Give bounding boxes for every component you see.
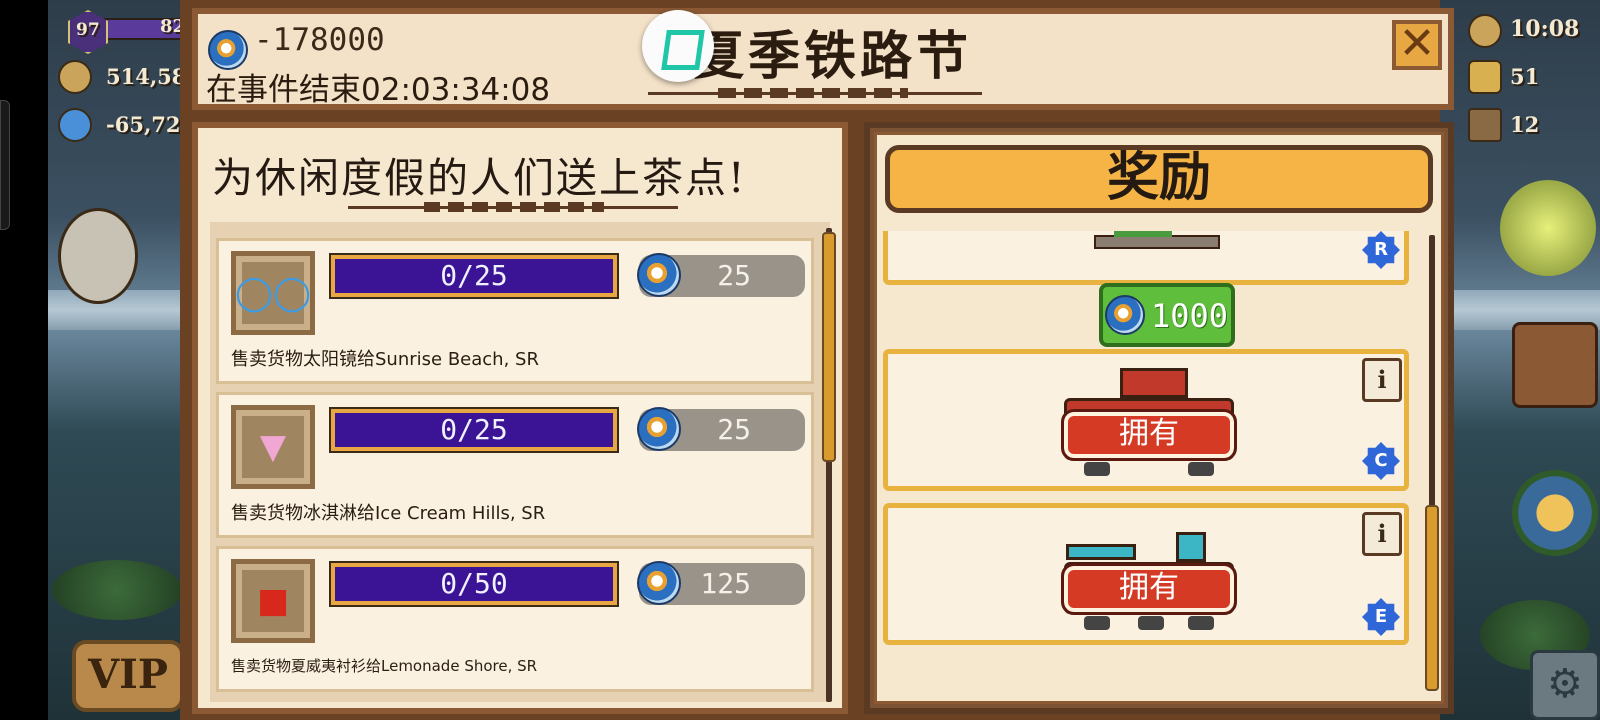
message-bubble-icon[interactable]: [58, 208, 138, 304]
train-count-icon: [1468, 108, 1502, 142]
task-reward-value: 25: [717, 259, 751, 292]
task-progress-bar: 0/25: [329, 253, 619, 299]
task-item: ■ 0/50 125 售卖货物夏威夷衬衫给Lemonade Shore, SR: [216, 546, 814, 692]
task-reward: 125: [637, 561, 805, 605]
event-coin-balance: -178000: [254, 22, 385, 58]
task-item: ▼ 0/25 25 售卖货物冰淇淋给Ice Cream Hills, SR: [216, 392, 814, 538]
sunglasses-icon: ◯◯: [235, 262, 311, 324]
train-wheel: [1084, 616, 1110, 630]
close-button[interactable]: ✕: [1392, 20, 1442, 70]
reward-card[interactable]: 拥有 i C: [883, 349, 1409, 491]
title-divider: [648, 88, 982, 98]
owned-label: 拥有: [1061, 563, 1237, 615]
train-wheel: [1188, 616, 1214, 630]
game-time: 10:08: [1510, 16, 1580, 42]
locomotive-roof-icon: [1066, 544, 1136, 560]
gem-icon: [58, 108, 92, 142]
task-reward-value: 25: [717, 413, 751, 446]
task-item-frame: ▼: [231, 405, 315, 489]
task-item-frame: ■: [231, 559, 315, 643]
task-description: 售卖货物冰淇淋给Ice Cream Hills, SR: [231, 503, 546, 524]
event-coin-icon: [1105, 295, 1145, 335]
tier-e-icon: E: [1362, 598, 1400, 636]
train-wheel: [1138, 616, 1164, 630]
info-icon[interactable]: i: [1362, 358, 1402, 402]
quest-divider: [348, 202, 678, 212]
gear-icon: ⚙: [1547, 661, 1583, 707]
settings-gear-button[interactable]: ⚙: [1530, 650, 1600, 720]
hawaiian-shirt-icon: ■: [242, 570, 304, 632]
tier-r-icon: R: [1362, 231, 1400, 269]
device-edge: [0, 100, 10, 230]
event-header: -178000 在事件结束02:03:34:08 夏季铁路节: [192, 8, 1454, 110]
gift-box-button[interactable]: [1512, 322, 1598, 408]
reward-scrollbar-thumb[interactable]: [1425, 505, 1439, 691]
vip-button[interactable]: VIP: [72, 640, 184, 712]
reward-cost-button[interactable]: 1000: [1099, 283, 1235, 347]
train-wheel: [1084, 462, 1110, 476]
game-screen: 82 97 514,58 -65,72 VIP -178000 在事件结束02:…: [0, 0, 1600, 720]
close-icon: ✕: [1398, 18, 1436, 69]
reward-cost-value: 1000: [1151, 297, 1229, 335]
quest-title: 为休闲度假的人们送上茶点!: [212, 154, 747, 202]
bush-decoration: [52, 560, 182, 620]
flatcar-train-icon: [1094, 235, 1220, 249]
tier-c-icon: C: [1362, 442, 1400, 480]
floating-app-icon[interactable]: [642, 10, 714, 82]
event-countdown: 在事件结束02:03:34:08: [206, 72, 551, 108]
train-wheel: [1188, 462, 1214, 476]
mouse-helper-button[interactable]: [1500, 180, 1596, 276]
train-count: 12: [1510, 112, 1540, 137]
gem-amount: -65,72: [106, 112, 181, 137]
task-reward: 25: [637, 253, 805, 297]
task-description: 售卖货物太阳镜给Sunrise Beach, SR: [231, 349, 539, 370]
task-reward: 25: [637, 407, 805, 451]
event-coin-icon: [637, 407, 681, 451]
info-icon[interactable]: i: [1362, 512, 1402, 556]
watermelon-cargo-icon: [1114, 231, 1172, 237]
task-scrollbar-thumb[interactable]: [822, 232, 836, 462]
task-list[interactable]: ◯◯ 0/25 25 售卖货物太阳镜给Sunrise Beach, SR ▼ 0…: [210, 222, 830, 702]
owned-label: 拥有: [1061, 409, 1237, 461]
reward-card[interactable]: 拥有 i E: [883, 503, 1409, 645]
level-number: 97: [76, 20, 100, 40]
worker-count: 51: [1510, 64, 1540, 89]
rewards-panel: 奖励 R 1000 拥有 i C 拥有 i E: [864, 122, 1454, 714]
worker-icon: [1468, 60, 1502, 94]
task-description: 售卖货物夏威夷衬衫给Lemonade Shore, SR: [231, 657, 538, 675]
clock-icon: [1468, 14, 1502, 48]
event-coin-icon: [637, 253, 681, 297]
rewards-title: 奖励: [885, 145, 1433, 213]
train-cab-icon: [1120, 368, 1188, 398]
reward-card[interactable]: R: [883, 231, 1409, 285]
task-progress-bar: 0/50: [329, 561, 619, 607]
gold-amount: 514,58: [106, 64, 187, 89]
task-item: ◯◯ 0/25 25 售卖货物太阳镜给Sunrise Beach, SR: [216, 238, 814, 384]
event-coin-icon: [637, 561, 681, 605]
task-reward-value: 125: [700, 567, 751, 600]
task-item-frame: ◯◯: [231, 251, 315, 335]
reward-list[interactable]: R 1000 拥有 i C 拥有 i E: [881, 231, 1411, 701]
task-progress-bar: 0/25: [329, 407, 619, 453]
locomotive-chimney-icon: [1176, 532, 1206, 562]
ice-cream-icon: ▼: [242, 416, 304, 478]
achievement-star-button[interactable]: [1512, 470, 1598, 556]
quest-panel: 为休闲度假的人们送上茶点! ◯◯ 0/25 25 售卖货物太阳镜给Sunrise…: [192, 122, 848, 714]
event-title: 夏季铁路节: [692, 26, 973, 87]
gold-coin-icon: [58, 60, 92, 94]
rewards-panel-inner: 奖励 R 1000 拥有 i C 拥有 i E: [874, 132, 1444, 704]
